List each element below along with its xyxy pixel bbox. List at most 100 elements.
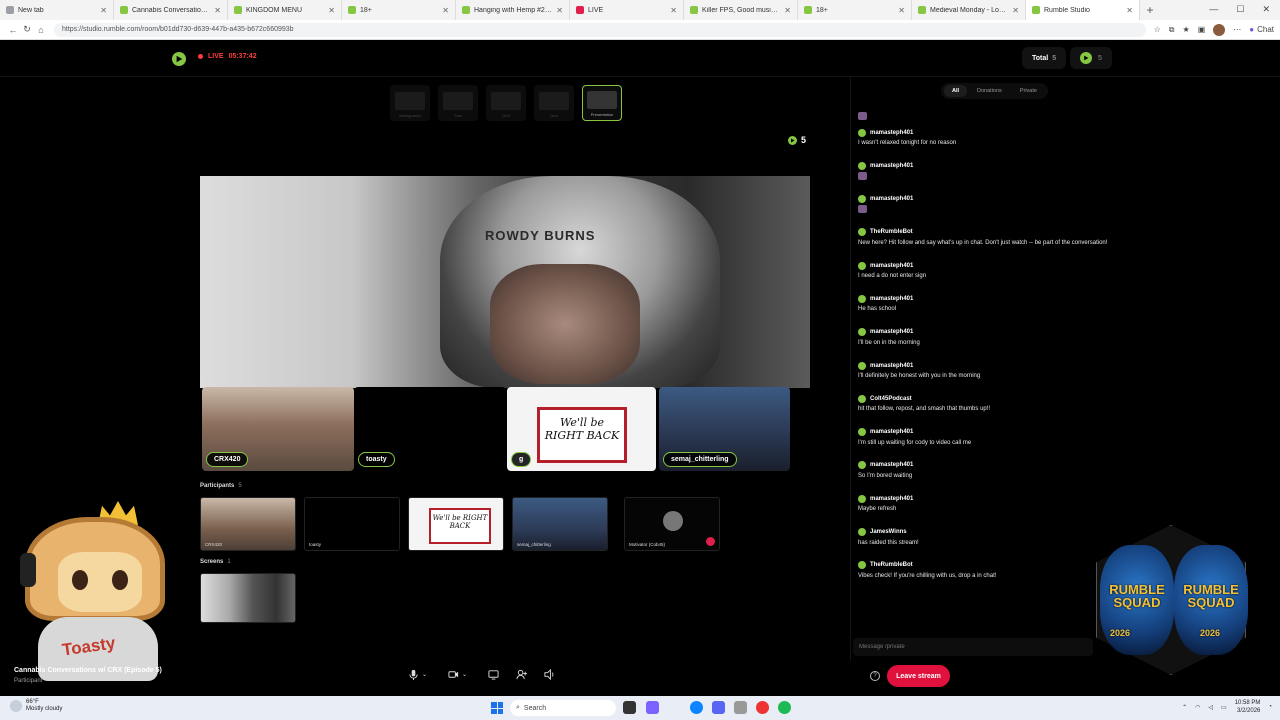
browser-tab[interactable]: 18+ ✕	[798, 0, 912, 20]
bookmark-star-icon[interactable]: ☆	[1154, 25, 1161, 34]
participant-crx420[interactable]: CRX420	[200, 497, 296, 551]
notification-bell-icon[interactable]: ◔	[1268, 704, 1272, 710]
chat-username[interactable]: TheRumbleBot	[870, 562, 913, 568]
browser-tab[interactable]: KINGDOM MENU ✕	[228, 0, 342, 20]
camera-button[interactable]: ⌄	[448, 669, 467, 680]
stage-tile-semaj[interactable]: semaj_chitterling	[659, 387, 790, 471]
tab-donations[interactable]: Donations	[969, 85, 1010, 97]
tab-private[interactable]: Private	[1012, 85, 1045, 97]
close-icon[interactable]: ✕	[556, 6, 563, 15]
invite-button[interactable]	[516, 669, 527, 680]
close-icon[interactable]: ✕	[442, 6, 449, 15]
chat-username[interactable]: mamasteph401	[870, 363, 913, 369]
chat-username[interactable]: TheRumbleBot	[870, 229, 913, 235]
stage-tile-g[interactable]: We'll be RIGHT BACK g	[507, 387, 656, 471]
layout-grid[interactable]: Grid	[486, 85, 526, 121]
browser-tab[interactable]: Cannabis Conversations wit ✕	[114, 0, 228, 20]
badge-title-left: RUMBLE SQUAD	[1109, 582, 1165, 610]
layout-presentation[interactable]: Presentation	[582, 85, 622, 121]
maximize-icon[interactable]: ☐	[1236, 4, 1244, 15]
windows-start-icon[interactable]	[491, 702, 503, 714]
chat-username[interactable]: Colt45Podcast	[870, 396, 912, 402]
participant-motivator[interactable]: Motivator (Cob45)	[624, 497, 720, 551]
stage-tile-toasty[interactable]: toasty	[354, 387, 506, 471]
chat-message-field[interactable]	[853, 638, 1093, 656]
browser-tab[interactable]: Medieval Monday - Looting, Slay ✕	[912, 0, 1026, 20]
browser-tab[interactable]: 18+ ✕	[342, 0, 456, 20]
close-icon[interactable]: ✕	[898, 6, 905, 15]
back-icon[interactable]: ←	[6, 25, 20, 35]
new-tab-icon[interactable]: +	[1140, 3, 1160, 17]
home-icon[interactable]: ⌂	[34, 25, 48, 35]
copilot-app-icon[interactable]	[646, 701, 659, 714]
chat-username[interactable]: mamasteph401	[870, 296, 913, 302]
settings-gear-icon[interactable]	[734, 701, 747, 714]
layout-duo[interactable]: Duo	[534, 85, 574, 121]
extensions-icon[interactable]: ⧉	[1169, 25, 1175, 35]
edge-icon[interactable]	[690, 701, 703, 714]
participant-toasty[interactable]: toasty	[304, 497, 400, 551]
spotify-icon[interactable]	[778, 701, 791, 714]
chat-username[interactable]: mamasteph401	[870, 263, 913, 269]
reload-icon[interactable]: ↻	[20, 24, 34, 35]
weather-widget[interactable]: 66°F Mostly cloudy	[10, 699, 62, 713]
browser-tab[interactable]: Hanging with Hemp #296 and F✕	[456, 0, 570, 20]
battery-icon[interactable]: ▭	[1221, 704, 1227, 711]
chat-username[interactable]: mamasteph401	[870, 196, 913, 202]
chat-text: I need a do not enter sign	[858, 273, 927, 280]
chat-button[interactable]: ● Chat	[1249, 25, 1274, 34]
close-icon[interactable]: ✕	[670, 6, 677, 15]
chat-username[interactable]: mamasteph401	[870, 462, 913, 468]
screen-share-thumb[interactable]	[200, 573, 296, 623]
total-viewers[interactable]: Total 5	[1022, 47, 1067, 69]
audio-button[interactable]	[544, 669, 555, 680]
rumble-logo-icon[interactable]	[172, 52, 186, 66]
discord-icon[interactable]	[712, 701, 725, 714]
participant-semaj[interactable]: semaj_chitterling	[512, 497, 608, 551]
browser-tab[interactable]: New tab ✕	[0, 0, 114, 20]
taskbar-search[interactable]: ⌕ Search	[510, 700, 616, 716]
wifi-icon[interactable]: ◠	[1195, 704, 1200, 711]
chevron-down-icon[interactable]: ⌄	[422, 671, 427, 678]
microphone-button[interactable]: ⌄	[408, 669, 427, 680]
minimize-icon[interactable]: —	[1209, 4, 1218, 15]
chat-username[interactable]: mamasteph401	[870, 130, 913, 136]
chat-username[interactable]: mamasteph401	[870, 329, 913, 335]
help-icon[interactable]: ?	[870, 671, 880, 681]
chevron-down-icon[interactable]: ⌄	[462, 671, 467, 678]
collections-icon[interactable]: ▣	[1198, 25, 1206, 34]
close-icon[interactable]: ✕	[100, 6, 107, 15]
close-icon[interactable]: ✕	[1012, 6, 1019, 15]
close-window-icon[interactable]: ✕	[1262, 4, 1270, 15]
stage-tile-crx420[interactable]: CRX420	[202, 387, 354, 471]
chat-username[interactable]: mamasteph401	[870, 163, 913, 169]
chat-username[interactable]: mamasteph401	[870, 429, 913, 435]
stage-screen-share[interactable]: ROWDY BURNS	[200, 176, 810, 388]
volume-icon[interactable]: ◁	[1208, 704, 1213, 711]
tab-all[interactable]: All	[944, 85, 968, 97]
close-icon[interactable]: ✕	[328, 6, 335, 15]
browser-tab[interactable]: Killer FPS, Good music and Bad g✕	[684, 0, 798, 20]
clock[interactable]: 10:58 PM 3/2/2026	[1235, 699, 1261, 715]
task-view-icon[interactable]	[623, 701, 636, 714]
share-screen-button[interactable]	[488, 669, 499, 680]
chat-username[interactable]: mamasteph401	[870, 496, 913, 502]
chevron-up-icon[interactable]: ⌃	[1182, 704, 1187, 711]
menu-dots-icon[interactable]: ⋯	[1233, 25, 1241, 34]
rumble-viewers[interactable]: 5	[1070, 47, 1112, 69]
favorites-icon[interactable]: ★	[1183, 25, 1190, 34]
browser-tab[interactable]: LIVE ✕	[570, 0, 684, 20]
chat-input[interactable]	[859, 644, 1087, 650]
leave-stream-button[interactable]: Leave stream	[887, 665, 950, 687]
participant-g[interactable]: We'll be RIGHT BACK	[408, 497, 504, 551]
chrome-icon[interactable]	[756, 701, 769, 714]
layout-solo[interactable]: Solo	[438, 85, 478, 121]
profile-avatar[interactable]	[1213, 23, 1226, 36]
browser-tab-active[interactable]: Rumble Studio ✕	[1026, 0, 1140, 20]
close-icon[interactable]: ✕	[784, 6, 791, 15]
chat-username[interactable]: JamesWinns	[870, 529, 907, 535]
layout-background[interactable]: Background	[390, 85, 430, 121]
close-icon[interactable]: ✕	[1126, 6, 1133, 15]
close-icon[interactable]: ✕	[214, 6, 221, 15]
url-field[interactable]: https://studio.rumble.com/room/b01dd730-…	[54, 22, 1146, 37]
